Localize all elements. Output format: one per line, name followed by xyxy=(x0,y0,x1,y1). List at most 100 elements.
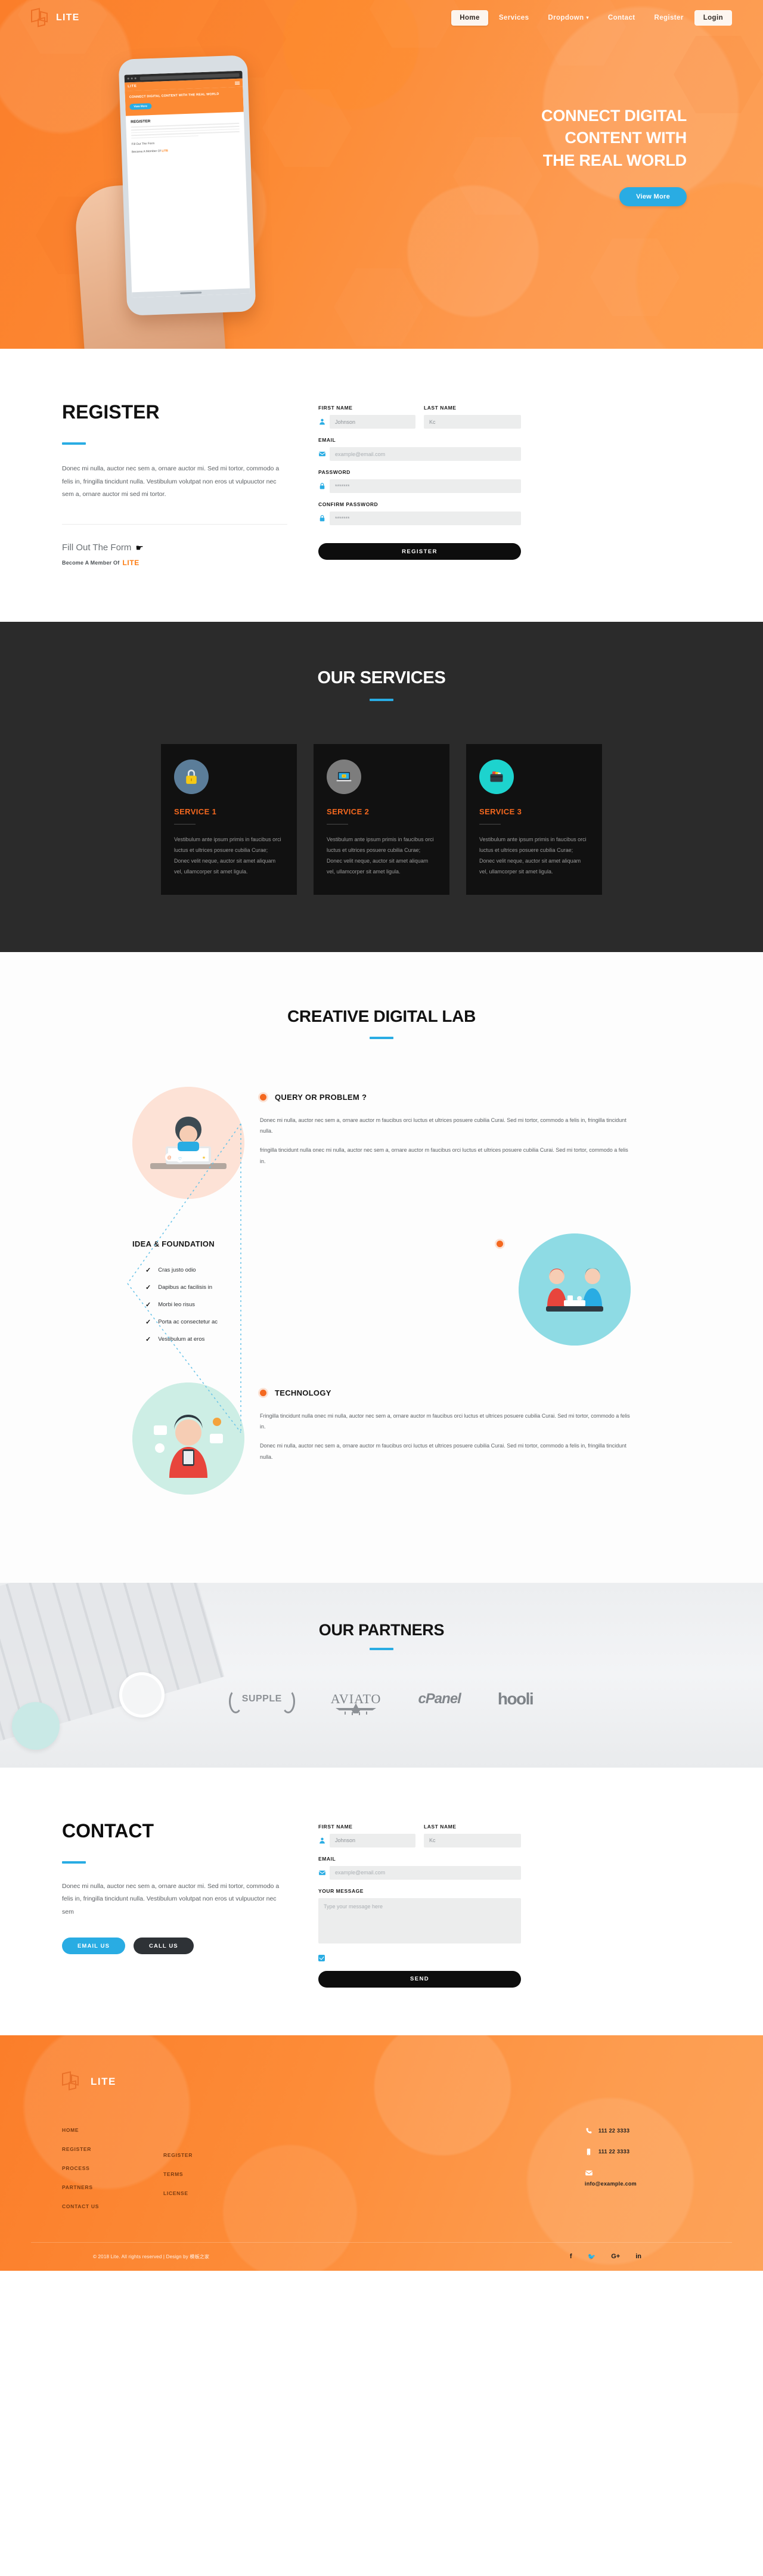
list-item: ✓ Cras justo odio xyxy=(145,1266,196,1274)
check-icon[interactable] xyxy=(318,1954,325,1961)
register-submit-button[interactable]: REGISTER xyxy=(318,543,521,560)
laravel-mark-icon xyxy=(62,2070,85,2092)
email-us-button[interactable]: EMAIL US xyxy=(62,1938,126,1955)
lab-block-heading: QUERY OR PROBLEM ? xyxy=(275,1092,367,1102)
footer-link-contact-us[interactable]: CONTACT US xyxy=(62,2197,163,2216)
google-plus-icon[interactable]: G+ xyxy=(611,2253,620,2261)
wallet-icon xyxy=(479,759,514,794)
title-underline xyxy=(62,1861,86,1864)
footer-link-home[interactable]: HOME xyxy=(62,2121,163,2140)
lab-block-content: TECHNOLOGY Fringilla tincidunt nulla one… xyxy=(260,1382,631,1471)
last-name-input[interactable] xyxy=(424,1833,521,1847)
facebook-icon[interactable]: f xyxy=(570,2253,572,2261)
nav-item-contact[interactable]: Contact xyxy=(600,10,644,26)
service-card-text: Vestibulum ante ipsum primis in faucibus… xyxy=(327,836,434,875)
partner-logo-cpanel[interactable]: cPanel xyxy=(418,1691,461,1707)
services-section: OUR SERVICES SERVICE 1 Vestibulum ante i… xyxy=(0,621,763,952)
divider xyxy=(62,523,287,525)
check-icon: ✓ xyxy=(145,1318,151,1326)
envelope-icon xyxy=(585,2170,593,2175)
macaron-decoration xyxy=(12,1701,60,1750)
laravel-mark-icon xyxy=(31,8,51,27)
phone-hero-button: View More xyxy=(129,103,152,110)
nav-item-login[interactable]: Login xyxy=(694,10,732,26)
email-label: EMAIL xyxy=(318,437,336,443)
last-name-group: LAST NAME xyxy=(424,405,521,429)
register-title: REGISTER xyxy=(62,401,160,423)
service-card[interactable]: SERVICE 3 Vestibulum ante ipsum primis i… xyxy=(466,743,602,895)
check-icon: ✓ xyxy=(145,1284,151,1291)
message-group: YOUR MESSAGE xyxy=(318,1888,521,1946)
call-us-button[interactable]: CALL US xyxy=(134,1938,194,1955)
lab-block-heading: TECHNOLOGY xyxy=(275,1388,331,1397)
nav-item-home[interactable]: Home xyxy=(451,10,488,26)
contact-title: CONTACT xyxy=(62,1819,154,1842)
padlock-icon xyxy=(174,759,209,794)
email-input[interactable] xyxy=(330,1865,521,1880)
view-more-button[interactable]: View More xyxy=(619,187,687,206)
service-card-title: SERVICE 2 xyxy=(327,807,370,816)
service-card[interactable]: SERVICE 2 Vestibulum ante ipsum primis i… xyxy=(314,743,449,895)
terms-checkbox-row[interactable] xyxy=(318,1954,521,1961)
envelope-icon xyxy=(318,1869,326,1877)
partner-logo-hooli[interactable]: hooli xyxy=(498,1690,534,1709)
footer-link-partners[interactable]: PARTNERS xyxy=(62,2178,163,2197)
hero-title-line-1: CONNECT DIGITAL xyxy=(541,107,687,125)
nav-item-services[interactable]: Services xyxy=(491,10,538,26)
nav-item-dropdown-label: Dropdown xyxy=(548,14,584,21)
nav-item-dropdown[interactable]: Dropdown ▾ xyxy=(539,10,597,26)
service-card-title: SERVICE 1 xyxy=(174,807,217,816)
lab-block-paragraph: Fringilla tincidunt nulla onec mi nulla,… xyxy=(260,1412,630,1430)
first-name-input[interactable] xyxy=(330,415,415,429)
confirm-password-input[interactable] xyxy=(330,512,521,525)
partners-title: OUR PARTNERS xyxy=(318,1620,445,1639)
fill-out-form-label: Fill Out The Form xyxy=(62,543,132,553)
password-input[interactable] xyxy=(330,479,521,493)
phone-hero-title: CONNECT DIGITAL CONTENT WITH THE REAL WO… xyxy=(129,92,219,100)
lab-block-paragraph: Donec mi nulla, auctor nec sem a, ornare… xyxy=(260,1443,626,1460)
footer-link-register-2[interactable]: REGISTER xyxy=(163,2146,265,2165)
first-name-group: FIRST NAME xyxy=(318,405,415,429)
footer-mobile-value: 111 22 3333 xyxy=(598,2149,630,2155)
message-textarea[interactable] xyxy=(318,1898,521,1943)
nav-item-register[interactable]: Register xyxy=(646,10,691,26)
bullet-dot-icon xyxy=(497,1240,503,1247)
partner-logo-aviato[interactable]: AVIATO xyxy=(331,1691,382,1715)
first-name-input[interactable] xyxy=(330,1833,415,1847)
partner-logo-supple[interactable]: SUPPLE xyxy=(228,1689,295,1713)
footer-link-register[interactable]: REGISTER xyxy=(62,2140,163,2159)
lab-block-content: QUERY OR PROBLEM ? Donec mi nulla, aucto… xyxy=(260,1087,631,1176)
member-brand: LITE xyxy=(122,558,139,567)
footer-link-process[interactable]: PROCESS xyxy=(62,2159,163,2178)
register-paragraph: Donec mi nulla, auctor nec sem a, ornare… xyxy=(62,465,280,498)
footer-link-license[interactable]: LICENSE xyxy=(163,2184,265,2203)
check-icon: ✓ xyxy=(145,1335,151,1343)
footer-email-value[interactable]: info@example.com xyxy=(585,2181,637,2187)
mobile-icon xyxy=(587,2148,591,2155)
envelope-icon xyxy=(318,450,326,458)
contact-form: FIRST NAME LAST NAME EMAIL xyxy=(318,1820,521,1988)
hero-section: LITE Home Services Dropdown ▾ Contact Reg… xyxy=(0,0,763,349)
register-section: REGISTER Donec mi nulla, auctor nec sem … xyxy=(0,349,763,622)
linkedin-icon[interactable]: in xyxy=(635,2253,641,2261)
svg-text:@: @ xyxy=(167,1156,171,1160)
laptop-icon xyxy=(327,759,361,794)
footer-brand[interactable]: LITE xyxy=(31,2070,732,2092)
phone-device: LITE CONNECT DIGITAL CONTENT WITH THE RE… xyxy=(118,55,256,316)
member-prefix: Become A Member Of xyxy=(62,559,120,566)
twitter-icon[interactable]: 🐦 xyxy=(588,2253,596,2261)
list-item: ✓ Morbi leo risus xyxy=(145,1301,195,1309)
bullet-dot-icon xyxy=(260,1389,266,1396)
confirm-password-label: CONFIRM PASSWORD xyxy=(318,501,379,507)
last-name-input[interactable] xyxy=(424,415,521,429)
footer-link-terms[interactable]: TERMS xyxy=(163,2165,265,2184)
email-input[interactable] xyxy=(330,447,521,461)
lab-block-paragraph: Donec mi nulla, auctor nec sem a, ornare… xyxy=(260,1117,626,1134)
lab-block-paragraph: fringilla tincidunt nulla onec mi nulla,… xyxy=(260,1147,628,1164)
phone-logo: LITE xyxy=(128,84,137,89)
check-icon: ✓ xyxy=(145,1266,151,1274)
brand-name: LITE xyxy=(56,13,80,23)
send-button[interactable]: SEND xyxy=(318,1970,521,1988)
brand-logo[interactable]: LITE xyxy=(31,8,80,27)
service-card[interactable]: SERVICE 1 Vestibulum ante ipsum primis i… xyxy=(161,743,297,895)
